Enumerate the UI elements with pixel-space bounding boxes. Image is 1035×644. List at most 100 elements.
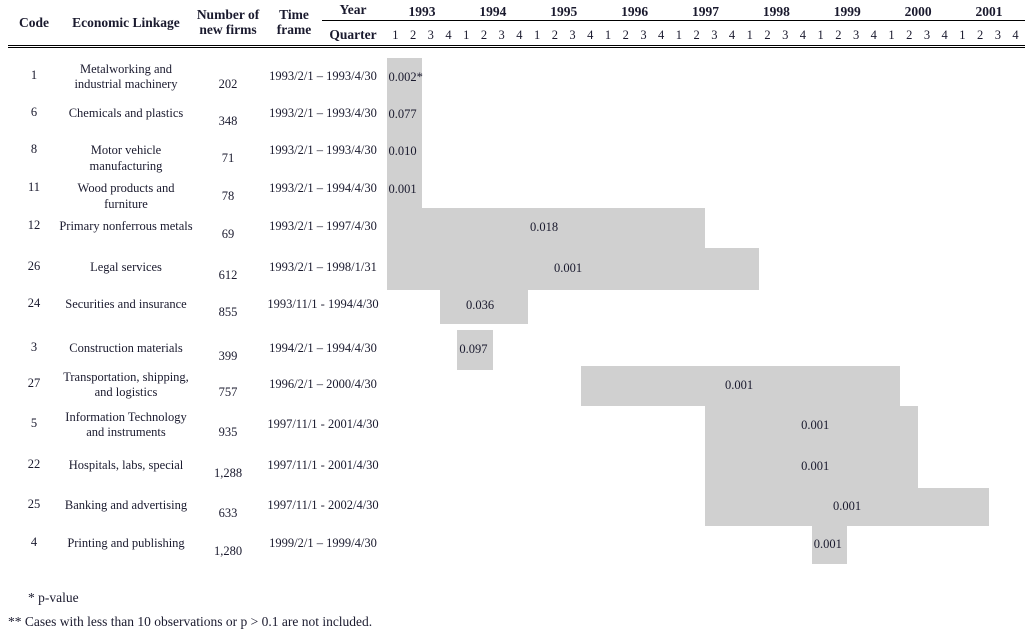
- quarter-label: 1: [463, 28, 470, 42]
- cell-code: 12: [27, 218, 41, 232]
- quarter-label: 2: [693, 28, 700, 42]
- quarter-label: 1: [675, 28, 682, 42]
- p-value-label: 0.001: [813, 537, 842, 551]
- header-rule-lower: [8, 47, 1025, 48]
- cell-number-of-new-firms: 935: [218, 425, 238, 439]
- quarter-label: 4: [587, 28, 594, 42]
- cell-time-frame: 1993/2/1 – 1993/4/30: [269, 143, 377, 158]
- cell-code: 3: [30, 340, 38, 354]
- quarter-label: 3: [711, 28, 718, 42]
- quarter-label: 2: [835, 28, 842, 42]
- cell-code: 6: [30, 105, 38, 119]
- quarter-label: 2: [480, 28, 488, 42]
- cell-time-frame: 1993/2/1 – 1993/4/30: [269, 106, 377, 121]
- p-value-label: 0.001: [553, 261, 583, 275]
- p-value-label: 0.001: [388, 182, 417, 196]
- year-label-2000: 2000: [904, 4, 932, 19]
- duration-bar: 0.077: [386, 98, 422, 132]
- column-header-time-frame: Time frame: [266, 7, 322, 37]
- duration-bar: 0.097: [457, 330, 493, 370]
- header-rule-upper: [8, 45, 1025, 46]
- cell-economic-linkage: Transportation, shipping, and logistics: [63, 369, 189, 400]
- cell-time-frame: 1994/2/1 – 1994/4/30: [269, 341, 377, 356]
- cell-time-frame: 1993/2/1 – 1997/4/30: [269, 219, 377, 234]
- cell-time-frame: 1997/11/1 - 2001/4/30: [267, 417, 379, 432]
- cell-code: 5: [30, 416, 38, 430]
- duration-bar: 0.002*: [386, 58, 423, 98]
- cell-number-of-new-firms: 69: [221, 227, 235, 241]
- cell-number-of-new-firms: 71: [221, 151, 235, 165]
- quarter-label: 4: [799, 28, 807, 42]
- p-value-label: 0.097: [459, 342, 488, 356]
- quarter-label: 1: [746, 28, 753, 42]
- cell-number-of-new-firms: 757: [218, 385, 238, 399]
- cell-economic-linkage: Banking and advertising: [64, 498, 188, 513]
- footnote-exclusions: ** Cases with less than 10 observations …: [8, 614, 373, 629]
- year-label-1999: 1999: [833, 4, 861, 19]
- quarter-label: 2: [764, 28, 771, 42]
- duration-bar: 0.001: [705, 446, 919, 488]
- cell-economic-linkage: Securities and insurance: [65, 297, 187, 312]
- duration-bar: 0.018: [386, 208, 706, 248]
- quarter-label: 4: [941, 28, 948, 42]
- quarter-label: 3: [994, 28, 1001, 42]
- quarter-label: 1: [392, 28, 399, 42]
- cell-economic-linkage: Motor vehicle manufacturing: [89, 143, 163, 173]
- quarter-label: 1: [817, 28, 824, 42]
- duration-bar: 0.001: [811, 526, 848, 564]
- quarter-label: 1: [533, 28, 541, 42]
- cell-time-frame: 1999/2/1 – 1999/4/30: [269, 536, 377, 551]
- column-header-quarter: Quarter: [329, 27, 377, 42]
- quarter-label: 3: [640, 28, 647, 42]
- cell-number-of-new-firms: 202: [218, 77, 238, 91]
- cell-economic-linkage: Wood products and furniture: [77, 181, 175, 211]
- p-value-label: 0.001: [833, 499, 862, 513]
- cell-number-of-new-firms: 612: [218, 268, 238, 282]
- cell-economic-linkage: Information Technology and instruments: [65, 409, 187, 440]
- cell-code: 22: [27, 457, 41, 471]
- quarter-label: 2: [976, 28, 984, 42]
- table-header: Code Economic Linkage Number of new firm…: [0, 0, 1035, 47]
- year-label-1994: 1994: [479, 4, 507, 19]
- quarter-label: 1: [604, 28, 612, 42]
- cell-number-of-new-firms: 78: [221, 189, 235, 203]
- cell-code: 25: [27, 497, 41, 511]
- duration-bar: 0.001: [386, 248, 759, 290]
- p-value-label: 0.001: [801, 459, 830, 473]
- cell-number-of-new-firms: 399: [218, 349, 238, 363]
- cell-economic-linkage: Legal services: [90, 260, 162, 275]
- footnote-p-value: * p-value: [28, 590, 79, 605]
- column-header-number-of-new-firms: Number of new firms: [190, 7, 266, 37]
- p-value-label: 0.018: [530, 220, 559, 234]
- column-header-time-line2: frame: [276, 22, 312, 37]
- quarter-label: 2: [622, 28, 629, 42]
- cell-time-frame: 1993/11/1 - 1994/4/30: [267, 297, 379, 312]
- table-figure: Code Economic Linkage Number of new firm…: [0, 0, 1035, 644]
- quarter-label: 2: [906, 28, 913, 42]
- year-rule: [322, 20, 1025, 21]
- quarter-label: 3: [852, 28, 860, 42]
- cell-economic-linkage: Primary nonferrous metals: [59, 219, 193, 234]
- duration-bar: 0.001: [581, 366, 901, 406]
- year-label-1993: 1993: [408, 4, 436, 19]
- quarter-label: 4: [728, 28, 736, 42]
- column-header-economic-linkage: Economic Linkage: [72, 15, 180, 30]
- p-value-label: 0.077: [388, 107, 417, 121]
- p-value-label: 0.036: [465, 298, 495, 312]
- cell-code: 26: [27, 259, 41, 273]
- quarter-label: 3: [498, 28, 505, 42]
- cell-economic-linkage: Metalworking and industrial machinery: [74, 61, 178, 92]
- quarter-label: 4: [658, 28, 665, 42]
- quarter-label: 3: [923, 28, 931, 42]
- year-label-1996: 1996: [621, 4, 649, 19]
- cell-time-frame: 1993/2/1 – 1993/4/30: [269, 69, 377, 84]
- duration-bar: 0.010: [386, 132, 422, 172]
- quarter-label: 2: [409, 28, 417, 42]
- cell-code: 1: [30, 68, 38, 82]
- quarter-label: 3: [782, 28, 789, 42]
- duration-bar: 0.001: [705, 488, 989, 526]
- cell-time-frame: 1996/2/1 – 2000/4/30: [269, 377, 377, 392]
- quarter-label: 3: [569, 28, 576, 42]
- duration-bar: 0.001: [386, 172, 422, 208]
- cell-code: 24: [27, 296, 41, 310]
